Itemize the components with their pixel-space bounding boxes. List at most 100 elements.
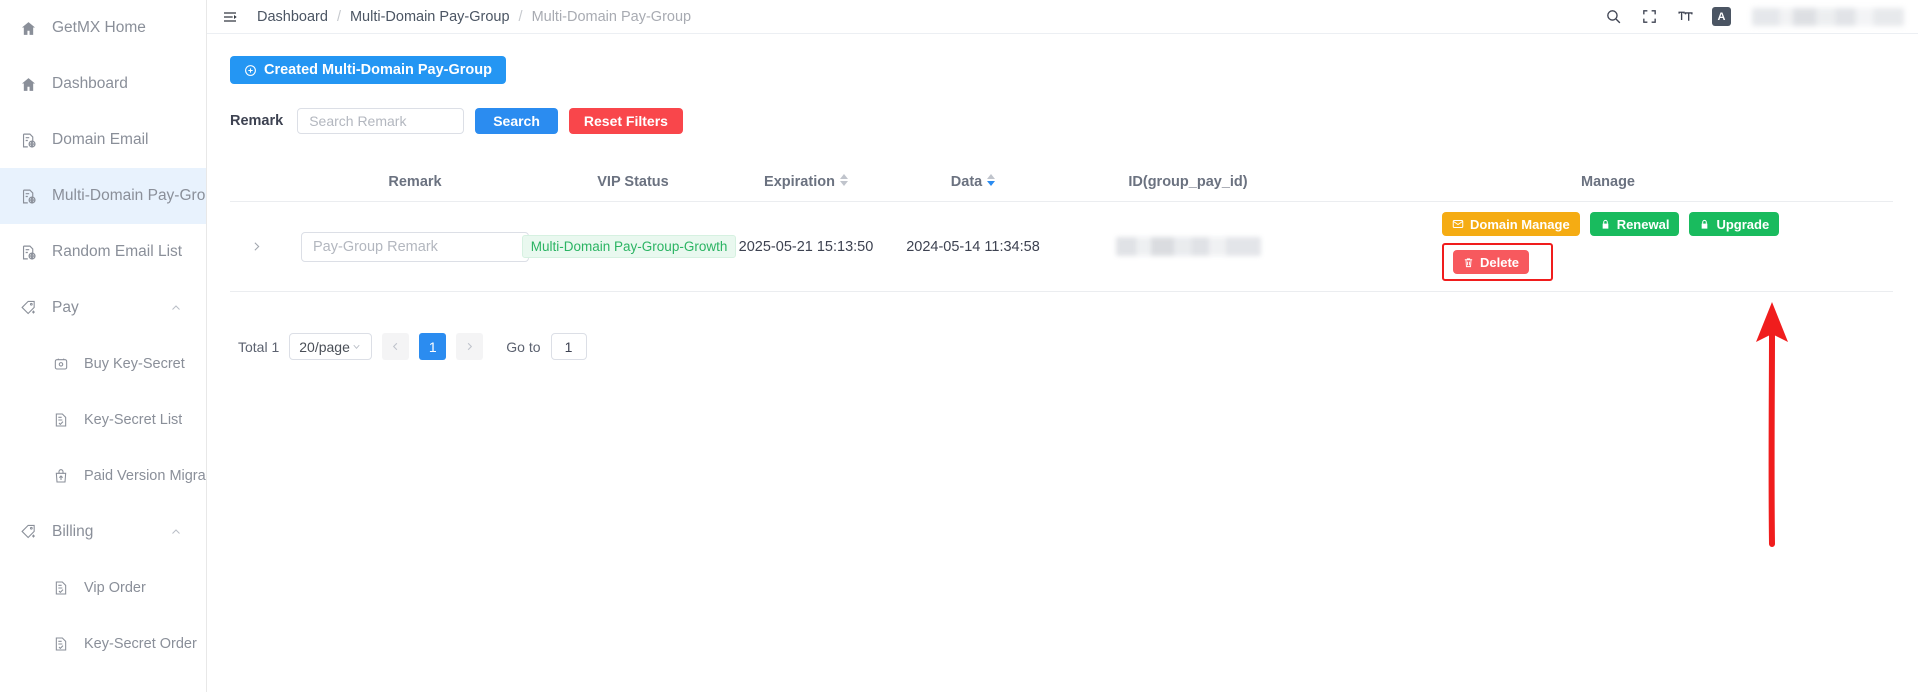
- user-name-redacted[interactable]: [1752, 7, 1904, 26]
- remark-filter-label: Remark: [230, 113, 284, 129]
- delete-button[interactable]: Delete: [1453, 250, 1530, 274]
- create-button-label: Created Multi-Domain Pay-Group: [264, 62, 492, 78]
- create-multi-domain-pay-group-button[interactable]: Created Multi-Domain Pay-Group: [230, 56, 506, 84]
- sidebar-group-billing[interactable]: Billing: [0, 504, 206, 560]
- sidebar-item-label: Key-Secret Order: [84, 636, 197, 652]
- renewal-button[interactable]: Renewal: [1589, 212, 1680, 236]
- hamburger-icon[interactable]: [219, 6, 241, 28]
- chevron-down-icon: [351, 341, 362, 352]
- search-button[interactable]: Search: [475, 108, 558, 134]
- sidebar-item-label: Pay: [52, 299, 79, 316]
- home-icon: [17, 76, 39, 93]
- top-bar: Dashboard / Multi-Domain Pay-Group / Mul…: [207, 0, 1918, 34]
- sidebar-item-random-email-list[interactable]: Random Email List: [0, 224, 206, 280]
- doc-check-icon: [50, 636, 72, 652]
- fullscreen-icon[interactable]: [1640, 7, 1659, 26]
- document-web-icon: [17, 244, 39, 261]
- breadcrumb-item-current: Multi-Domain Pay-Group: [531, 8, 692, 25]
- reset-filters-button[interactable]: Reset Filters: [568, 108, 683, 134]
- sidebar-item-getmx-home[interactable]: GetMX Home: [0, 0, 206, 56]
- top-bar-actions: A: [1604, 7, 1904, 26]
- column-header-data[interactable]: Data: [893, 174, 1053, 190]
- breadcrumb-separator: /: [336, 8, 341, 25]
- group-pay-id-redacted: [1115, 237, 1261, 256]
- page-size-value: 20/page: [299, 338, 350, 355]
- tag-icon: [17, 300, 39, 317]
- row-remark-input[interactable]: [301, 231, 529, 262]
- row-remark-cell: [283, 231, 547, 262]
- column-header-vip-status: VIP Status: [597, 174, 669, 190]
- doc-check-icon: [50, 412, 72, 428]
- row-data-cell: 2024-05-14 11:34:58: [893, 239, 1053, 255]
- sidebar-item-buy-key-secret[interactable]: Buy Key-Secret: [0, 336, 206, 392]
- envelope-icon: [1452, 218, 1464, 230]
- column-header-expiration[interactable]: Expiration: [719, 174, 893, 190]
- sidebar-item-label: Random Email List: [52, 243, 183, 260]
- sidebar-item-label: Key-Secret List: [84, 412, 183, 428]
- bag-upload-icon: [50, 468, 72, 484]
- search-remark-input[interactable]: [297, 108, 465, 134]
- pagination: Total 1 20/page 1 Go to: [230, 333, 1893, 360]
- row-vip-status-cell: Multi-Domain Pay-Group-Growth .: [521, 235, 744, 258]
- row-expand-toggle[interactable]: [230, 240, 283, 253]
- pagination-prev-button[interactable]: [382, 333, 410, 360]
- row-action-buttons: Domain Manage Renewal Upgrade Delete: [1442, 202, 1780, 291]
- page-size-select[interactable]: 20/page: [289, 333, 373, 360]
- sidebar-item-domain-email[interactable]: Domain Email: [0, 112, 206, 168]
- sidebar-item-vip-order[interactable]: Vip Order: [0, 560, 206, 616]
- sidebar-group-referral-program[interactable]: Referral Program: [0, 672, 206, 692]
- sidebar-item-label: Dashboard: [52, 75, 128, 92]
- plus-circle-icon: [244, 64, 257, 77]
- search-icon[interactable]: [1604, 7, 1623, 26]
- language-icon[interactable]: A: [1712, 7, 1731, 26]
- breadcrumb-item-multi-domain-pay-group[interactable]: Multi-Domain Pay-Group: [350, 9, 510, 25]
- sidebar-item-label: Buy Key-Secret: [84, 356, 185, 372]
- row-expiration-cell: 2025-05-21 15:13:50: [719, 239, 893, 255]
- upgrade-label: Upgrade: [1716, 216, 1770, 232]
- column-header-data-label: Data: [950, 174, 983, 190]
- sidebar-item-dashboard[interactable]: Dashboard: [0, 56, 206, 112]
- sidebar-group-pay[interactable]: Pay: [0, 280, 206, 336]
- lock-icon: [1600, 219, 1611, 230]
- sidebar-item-label: Vip Order: [84, 580, 146, 596]
- home-icon: [17, 20, 39, 37]
- app-root: GetMX Home Dashboard Domain Email Multi-…: [0, 0, 1918, 692]
- column-header-manage: Manage: [1581, 174, 1635, 190]
- pagination-page-1[interactable]: 1: [419, 333, 447, 360]
- expiration-value: 2025-05-21 15:13:50: [738, 238, 874, 255]
- sort-arrows-expiration[interactable]: [839, 174, 848, 190]
- breadcrumb-separator: /: [518, 8, 523, 25]
- doc-check-icon: [50, 580, 72, 596]
- domain-manage-label: Domain Manage: [1470, 216, 1570, 232]
- row-manage-cell: Domain Manage Renewal Upgrade Delete: [1323, 202, 1893, 291]
- breadcrumb-item-dashboard[interactable]: Dashboard: [257, 9, 328, 25]
- sidebar: GetMX Home Dashboard Domain Email Multi-…: [0, 0, 207, 692]
- pagination-next-button[interactable]: [456, 333, 484, 360]
- sidebar-item-paid-version-migration[interactable]: Paid Version Migration: [0, 448, 206, 504]
- upgrade-button[interactable]: Upgrade: [1689, 212, 1780, 236]
- pagination-total: Total 1: [238, 338, 280, 355]
- sidebar-item-key-secret-list[interactable]: Key-Secret List: [0, 392, 206, 448]
- chevron-up-icon: [170, 302, 182, 314]
- column-header-remark: Remark: [388, 174, 442, 190]
- sidebar-item-key-secret-order[interactable]: Key-Secret Order: [0, 616, 206, 672]
- delete-button-highlight: Delete: [1442, 243, 1554, 281]
- font-size-icon[interactable]: [1676, 7, 1695, 26]
- delete-label: Delete: [1480, 254, 1520, 270]
- column-header-expiration-label: Expiration: [764, 174, 835, 190]
- row-id-cell: [1053, 237, 1323, 256]
- lock-icon: [1699, 219, 1710, 230]
- sidebar-item-multi-domain-pay-group[interactable]: Multi-Domain Pay-Group: [0, 168, 206, 224]
- sort-arrows-data[interactable]: [987, 174, 996, 190]
- main-area: Dashboard / Multi-Domain Pay-Group / Mul…: [207, 0, 1918, 692]
- renewal-label: Renewal: [1616, 216, 1670, 232]
- sidebar-item-label: GetMX Home: [52, 19, 146, 36]
- pagination-goto-input[interactable]: [550, 333, 587, 360]
- sidebar-item-label: Paid Version Migration: [84, 468, 206, 484]
- pagination-goto-label: Go to: [506, 338, 541, 355]
- trash-icon: [1463, 257, 1474, 268]
- vip-status-badge: Multi-Domain Pay-Group-Growth: [521, 235, 737, 258]
- domain-manage-button[interactable]: Domain Manage: [1442, 212, 1580, 236]
- table-header-row: Remark VIP Status Expiration Data ID(gro…: [230, 163, 1893, 201]
- data-value: 2024-05-14 11:34:58: [906, 238, 1040, 255]
